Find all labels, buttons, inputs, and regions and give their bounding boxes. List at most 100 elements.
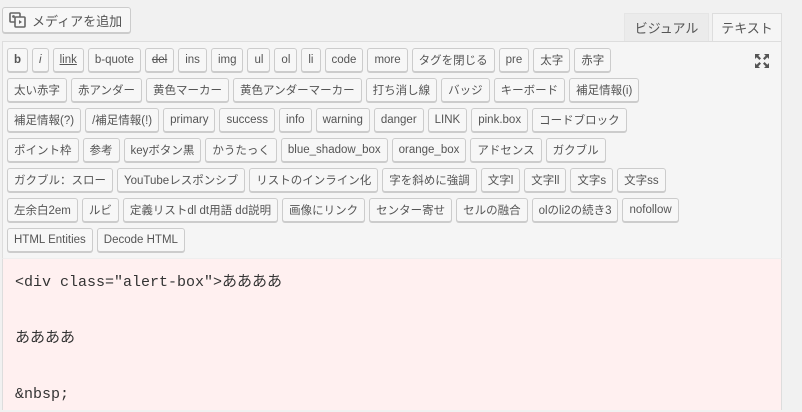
qt-button[interactable]: リストのインライン化 xyxy=(249,168,379,192)
tab-visual[interactable]: ビジュアル xyxy=(624,13,709,41)
qt-button-label: セルの融合 xyxy=(463,205,521,217)
page-margin xyxy=(782,258,802,410)
qt-button-label: pink.box xyxy=(478,114,522,126)
qt-button-label: blue_shadow_box xyxy=(287,144,381,156)
fullscreen-icon[interactable] xyxy=(753,52,771,70)
qt-button[interactable]: 赤アンダー xyxy=(71,78,143,102)
qt-button[interactable]: 画像にリンク xyxy=(282,198,366,222)
qt-button[interactable]: del xyxy=(144,48,175,72)
qt-button[interactable]: セルの融合 xyxy=(456,198,528,222)
qt-button-label: 画像にリンク xyxy=(289,205,359,217)
qt-button[interactable]: 定義リストdl dt用語 dd説明 xyxy=(122,198,279,222)
qt-button[interactable]: code xyxy=(324,48,364,72)
qt-button[interactable]: i xyxy=(32,48,49,72)
qt-button[interactable]: Decode HTML xyxy=(96,228,185,252)
text-editor[interactable]: <div class="alert-box">ああああ ああああ &nbsp; xyxy=(2,258,782,410)
qt-button[interactable]: 赤字 xyxy=(574,48,612,72)
qt-button[interactable]: keyボタン黒 xyxy=(123,138,202,162)
qt-button[interactable]: センター寄せ xyxy=(369,198,453,222)
media-icon xyxy=(9,12,26,28)
qt-button-label: ポイント枠 xyxy=(14,145,72,157)
qt-button[interactable]: 文字ss xyxy=(617,168,666,192)
qt-button-label: success xyxy=(226,114,269,126)
qt-button[interactable]: olのli2の続き3 xyxy=(531,198,619,222)
qt-button[interactable]: pink.box xyxy=(471,108,529,132)
qt-button[interactable]: アドセンス xyxy=(470,138,542,162)
qt-button[interactable]: ルビ xyxy=(81,198,119,222)
qt-button[interactable]: 太字 xyxy=(533,48,571,72)
qt-button-label: 太い赤字 xyxy=(14,85,60,97)
qt-button[interactable]: バッジ xyxy=(441,78,490,102)
tab-text[interactable]: テキスト xyxy=(712,13,782,41)
qt-button[interactable]: タグを閉じる xyxy=(411,48,495,72)
toolbar-row: b i link b-quote del ins img ul ol li code more タグを閉… xyxy=(7,48,612,72)
qt-button[interactable]: ガクブル：スロー xyxy=(7,168,113,192)
qt-button[interactable]: かうたっく xyxy=(205,138,277,162)
qt-button[interactable]: warning xyxy=(315,108,370,132)
qt-button-label: 左余白2em xyxy=(14,205,71,217)
qt-button-label: 文字ll xyxy=(531,175,560,187)
qt-button[interactable]: 文字l xyxy=(480,168,521,192)
qt-button-label: ol xyxy=(281,54,291,66)
qt-button-label: 定義リストdl dt用語 dd説明 xyxy=(129,205,272,217)
qt-button[interactable]: 黄色アンダーマーカー xyxy=(233,78,362,102)
qt-button[interactable]: b-quote xyxy=(87,48,141,72)
qt-button[interactable]: li xyxy=(301,48,321,72)
qt-button[interactable]: ins xyxy=(178,48,207,72)
editor-line: ああああ xyxy=(15,330,76,347)
qt-button-label: キーボード xyxy=(500,85,559,97)
qt-button[interactable]: コードブロック xyxy=(532,108,627,132)
qt-button[interactable]: 文字ll xyxy=(524,168,567,192)
add-media-label: メディアを追加 xyxy=(32,13,123,29)
qt-button-label: 黄色アンダーマーカー xyxy=(240,85,355,97)
qt-button-label: b-quote xyxy=(94,54,134,66)
qt-button-label: 文字l xyxy=(487,175,514,187)
qt-button[interactable]: 左余白2em xyxy=(7,198,78,222)
qt-button[interactable]: 打ち消し線 xyxy=(365,78,438,102)
qt-button[interactable]: HTML Entities xyxy=(7,228,93,252)
qt-button[interactable]: nofollow xyxy=(622,198,679,222)
qt-button-label: 文字s xyxy=(577,175,607,187)
qt-button[interactable]: キーボード xyxy=(493,78,566,102)
qt-button-label: ガクブル：スロー xyxy=(14,175,106,187)
add-media-button[interactable]: メディアを追加 xyxy=(2,7,131,33)
qt-button[interactable]: 補足情報(i) xyxy=(569,78,640,102)
qt-button-label: 打ち消し線 xyxy=(372,85,431,97)
qt-button[interactable]: LINK xyxy=(427,108,468,132)
qt-button[interactable]: ポイント枠 xyxy=(7,138,79,162)
qt-button[interactable]: pre xyxy=(498,48,530,72)
qt-button-label: 補足情報(i) xyxy=(576,85,633,97)
qt-button[interactable]: danger xyxy=(373,108,424,132)
qt-button[interactable]: info xyxy=(279,108,312,132)
qt-button[interactable]: link xyxy=(52,48,84,72)
qt-button[interactable]: 太い赤字 xyxy=(7,78,67,102)
qt-button[interactable]: success xyxy=(219,108,276,132)
qt-button[interactable]: more xyxy=(367,48,408,72)
qt-button-label: del xyxy=(151,54,168,66)
qt-button[interactable]: orange_box xyxy=(391,138,467,162)
qt-button-label: 黄色マーカー xyxy=(153,85,223,97)
qt-button[interactable]: 字を斜めに強調 xyxy=(382,168,477,192)
qt-button[interactable]: 参考 xyxy=(82,138,120,162)
qt-button-label: リストのインライン化 xyxy=(256,175,372,187)
qt-button-label: code xyxy=(331,54,357,66)
qt-button-label: バッジ xyxy=(448,85,483,97)
qt-button[interactable]: primary xyxy=(163,108,216,132)
qt-button[interactable]: /補足情報(!) xyxy=(85,108,160,132)
toolbar-row: 太い赤字 赤アンダー 黄色マーカー 黄色アンダーマーカー 打ち消し線 バッジ キーボード 補足… xyxy=(7,78,640,102)
qt-button-label: かうたっく xyxy=(212,145,270,157)
qt-button[interactable]: blue_shadow_box xyxy=(280,138,388,162)
qt-button[interactable]: 補足情報(?) xyxy=(7,108,82,132)
qt-button[interactable]: ul xyxy=(247,48,271,72)
qt-button[interactable]: img xyxy=(210,48,244,72)
qt-button-label: ul xyxy=(254,54,264,66)
qt-button[interactable]: ガクブル xyxy=(545,138,606,162)
qt-button-label: danger xyxy=(380,114,417,126)
qt-button[interactable]: 文字s xyxy=(570,168,614,192)
qt-button[interactable]: YouTubeレスポンシブ xyxy=(117,168,246,192)
qt-button-label: img xyxy=(217,54,237,66)
qt-button[interactable]: b xyxy=(7,48,29,72)
qt-button[interactable]: ol xyxy=(274,48,298,72)
qt-button[interactable]: 黄色マーカー xyxy=(146,78,230,102)
qt-button-label: コードブロック xyxy=(539,115,620,127)
